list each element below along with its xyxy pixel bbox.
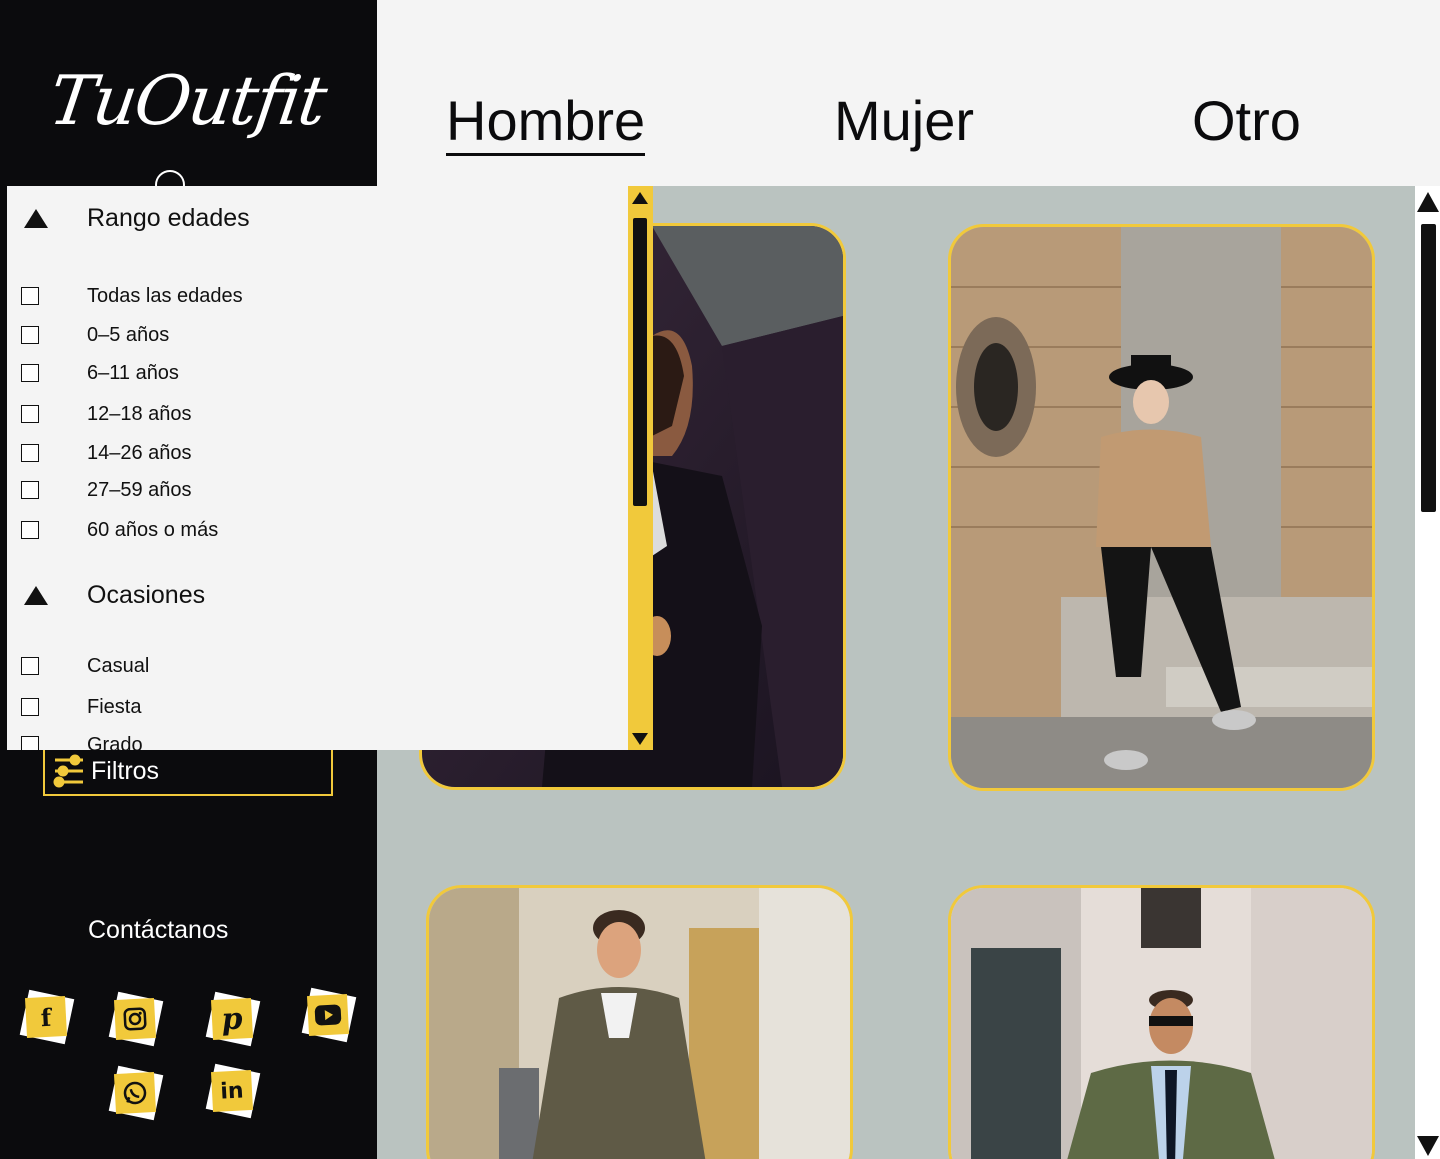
checkbox[interactable] bbox=[21, 405, 39, 423]
checkbox[interactable] bbox=[21, 481, 39, 499]
collapse-arrow-icon[interactable] bbox=[24, 586, 48, 605]
collapse-arrow-icon[interactable] bbox=[24, 209, 48, 228]
checkbox[interactable] bbox=[21, 657, 39, 675]
section-title: Rango edades bbox=[87, 204, 250, 232]
tab-hombre[interactable]: Hombre bbox=[446, 88, 646, 156]
filter-option[interactable]: Grado bbox=[21, 734, 143, 750]
option-label: 0–5 años bbox=[87, 323, 170, 346]
product-image bbox=[951, 888, 1372, 1159]
facebook-icon[interactable]: f bbox=[19, 989, 75, 1045]
section-ocasiones[interactable]: Ocasiones bbox=[7, 581, 205, 609]
scrollbar-thumb[interactable] bbox=[633, 218, 647, 506]
contact-title: Contáctanos bbox=[88, 916, 229, 944]
filter-option[interactable]: 27–59 años bbox=[21, 479, 192, 501]
option-label: 14–26 años bbox=[87, 441, 192, 464]
filters-panel: Rango edades Todas las edades 0–5 años 6… bbox=[7, 186, 653, 750]
checkbox[interactable] bbox=[21, 364, 39, 382]
product-card[interactable] bbox=[426, 885, 853, 1159]
section-rango-edades[interactable]: Rango edades bbox=[7, 204, 250, 232]
filter-option[interactable]: 6–11 años bbox=[21, 362, 179, 384]
page-scrollbar[interactable] bbox=[1415, 186, 1440, 1159]
filters-button[interactable]: Filtros bbox=[43, 746, 333, 796]
brand-logo[interactable]: TuOutfit bbox=[44, 62, 355, 141]
whatsapp-icon[interactable] bbox=[108, 1065, 164, 1121]
scroll-up-icon[interactable] bbox=[632, 192, 648, 204]
option-label: Fiesta bbox=[87, 695, 142, 718]
option-label: Casual bbox=[87, 654, 150, 677]
checkbox[interactable] bbox=[21, 521, 39, 539]
filter-option[interactable]: 60 años o más bbox=[21, 519, 218, 541]
checkbox[interactable] bbox=[21, 736, 39, 750]
filter-option[interactable]: 0–5 años bbox=[21, 324, 169, 346]
sliders-icon bbox=[53, 754, 83, 788]
tab-otro[interactable]: Otro bbox=[1192, 88, 1301, 153]
product-card[interactable] bbox=[948, 224, 1375, 791]
filter-option[interactable]: 12–18 años bbox=[21, 403, 192, 425]
scroll-down-icon[interactable] bbox=[1417, 1136, 1439, 1156]
panel-scrollbar[interactable] bbox=[628, 186, 653, 750]
option-label: 27–59 años bbox=[87, 478, 192, 501]
checkbox[interactable] bbox=[21, 698, 39, 716]
filter-option[interactable]: Casual bbox=[21, 655, 149, 677]
checkbox[interactable] bbox=[21, 326, 39, 344]
tab-mujer[interactable]: Mujer bbox=[834, 88, 974, 153]
youtube-icon[interactable] bbox=[301, 987, 357, 1043]
section-title: Ocasiones bbox=[87, 581, 206, 609]
linkedin-icon[interactable]: in bbox=[205, 1063, 261, 1119]
filter-option[interactable]: Todas las edades bbox=[21, 285, 243, 307]
product-image bbox=[951, 227, 1372, 788]
option-label: 60 años o más bbox=[87, 518, 219, 541]
instagram-icon[interactable] bbox=[108, 991, 164, 1047]
product-image bbox=[429, 888, 850, 1159]
pinterest-icon[interactable]: p bbox=[205, 991, 261, 1047]
option-label: 6–11 años bbox=[87, 361, 179, 384]
option-label: Grado bbox=[87, 733, 143, 751]
option-label: Todas las edades bbox=[87, 284, 243, 307]
product-card[interactable] bbox=[948, 885, 1375, 1159]
filters-button-label: Filtros bbox=[91, 756, 160, 785]
scroll-up-icon[interactable] bbox=[1417, 192, 1439, 212]
checkbox[interactable] bbox=[21, 287, 39, 305]
option-label: 12–18 años bbox=[87, 402, 192, 425]
checkbox[interactable] bbox=[21, 444, 39, 462]
scroll-down-icon[interactable] bbox=[632, 733, 648, 745]
scrollbar-thumb[interactable] bbox=[1421, 224, 1436, 512]
filter-option[interactable]: Fiesta bbox=[21, 696, 141, 718]
filter-option[interactable]: 14–26 años bbox=[21, 442, 192, 464]
